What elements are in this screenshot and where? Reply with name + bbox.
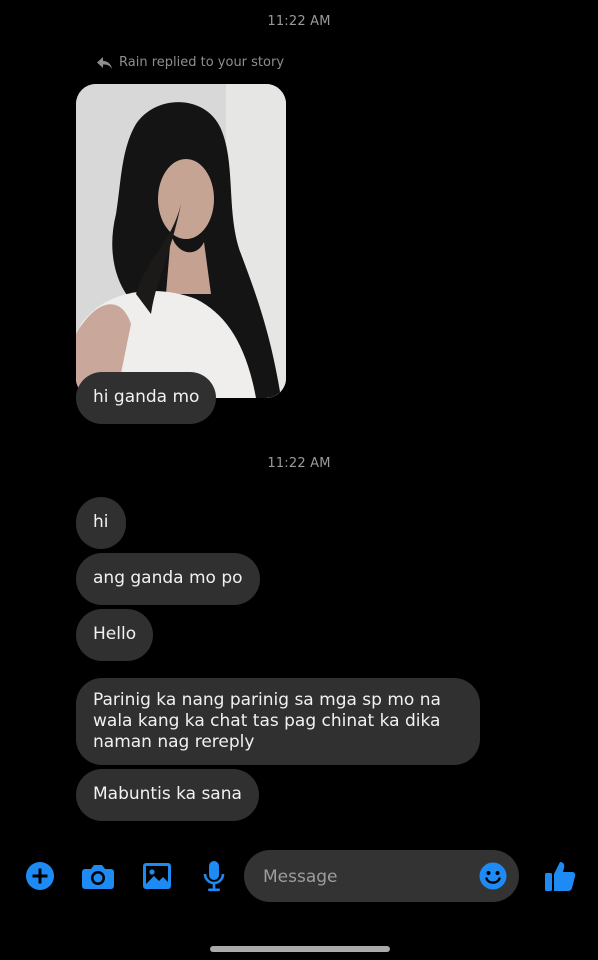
- emoji-icon[interactable]: [479, 862, 507, 890]
- reply-note-text: Rain replied to your story: [119, 55, 285, 70]
- message-bubble[interactable]: Mabuntis ka sana: [76, 769, 259, 821]
- image-icon[interactable]: [139, 856, 175, 896]
- message-bubble[interactable]: ang ganda mo po: [76, 553, 260, 605]
- message-input[interactable]: [261, 862, 465, 892]
- plus-icon[interactable]: [22, 856, 58, 896]
- timestamp: 11:22 AM: [267, 14, 331, 29]
- microphone-icon[interactable]: [196, 856, 232, 896]
- message-field[interactable]: [244, 850, 519, 902]
- timestamp: 11:22 AM: [267, 456, 331, 471]
- message-bubble[interactable]: hi ganda mo: [76, 372, 217, 424]
- message-bubble[interactable]: hi: [76, 497, 126, 549]
- thumbs-up-icon[interactable]: [542, 856, 578, 896]
- story-image[interactable]: [76, 84, 286, 398]
- camera-icon[interactable]: [80, 856, 116, 896]
- reply-arrow-icon: [97, 56, 112, 69]
- story-photo: [76, 84, 286, 398]
- message-bubble[interactable]: Parinig ka nang parinig sa mga sp mo na …: [76, 678, 480, 765]
- message-bubble[interactable]: Hello: [76, 609, 154, 661]
- home-indicator[interactable]: [210, 946, 390, 952]
- story-reply-note: Rain replied to your story: [96, 55, 284, 70]
